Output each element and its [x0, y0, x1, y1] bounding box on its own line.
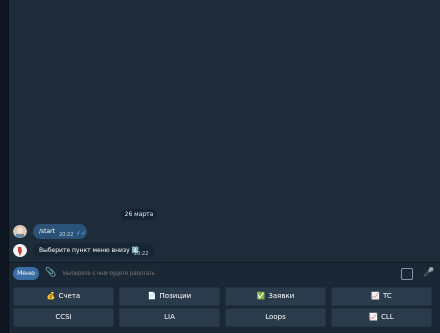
keyboard-button-positions[interactable]: 📄 Позиции	[119, 287, 220, 306]
user-avatar	[13, 224, 27, 238]
keyboard-button-lia[interactable]: LIA	[119, 308, 220, 327]
button-label: CLL	[381, 313, 394, 321]
keyboard-button-tc[interactable]: 📈 TC	[331, 287, 432, 306]
message-text: Выберите пункт меню внизу	[39, 247, 130, 254]
button-label: Loops	[265, 313, 286, 321]
paperclip-icon[interactable]: 📎	[45, 267, 57, 279]
message-input-bar: Меню 📎 🎤	[9, 262, 440, 285]
message-text: /start	[39, 228, 55, 235]
button-label: Заявки	[268, 292, 295, 300]
reply-keyboard: 💰 Счета 📄 Позиции ✅ Заявки 📈 TC CCSI LIA Loo…	[9, 285, 440, 333]
message-time: 20:22	[134, 251, 149, 257]
button-label: Позиции	[159, 292, 192, 300]
message-time: 20:22	[59, 232, 74, 238]
button-label: TC	[382, 292, 392, 300]
money-bag-icon: 💰	[46, 292, 56, 300]
button-label: Счета	[58, 292, 81, 300]
button-label: CCSI	[55, 313, 72, 321]
double-check-icon: ✓✓	[76, 230, 87, 237]
bot-avatar	[13, 243, 27, 257]
keyboard-button-loops[interactable]: Loops	[225, 308, 326, 327]
document-icon: 📄	[147, 292, 157, 300]
keyboard-toggle-icon[interactable]	[401, 268, 413, 280]
microphone-icon[interactable]: 🎤	[423, 267, 434, 279]
chart-icon: 📈	[371, 292, 380, 300]
menu-button[interactable]: Меню	[13, 267, 39, 280]
sidebar-edge	[0, 0, 9, 333]
chart-icon: 📈	[369, 313, 379, 321]
button-label: LIA	[164, 313, 175, 321]
keyboard-button-ccsi[interactable]: CCSI	[13, 308, 114, 327]
chat-area: 26 марта /start 20:22 ✓✓ Выберите пункт …	[9, 0, 440, 262]
check-mark-icon: ✅	[256, 292, 266, 300]
keyboard-button-orders[interactable]: ✅ Заявки	[225, 287, 326, 306]
message-input[interactable]	[63, 268, 363, 280]
message-bubble[interactable]: Выберите пункт меню внизу ⬇️ 20:22	[33, 243, 155, 258]
keyboard-button-cll[interactable]: 📈 CLL	[331, 308, 432, 327]
date-separator: 26 марта	[121, 209, 157, 220]
keyboard-button-accounts[interactable]: 💰 Счета	[13, 287, 114, 306]
message-bubble[interactable]: /start 20:22 ✓✓	[33, 224, 87, 239]
